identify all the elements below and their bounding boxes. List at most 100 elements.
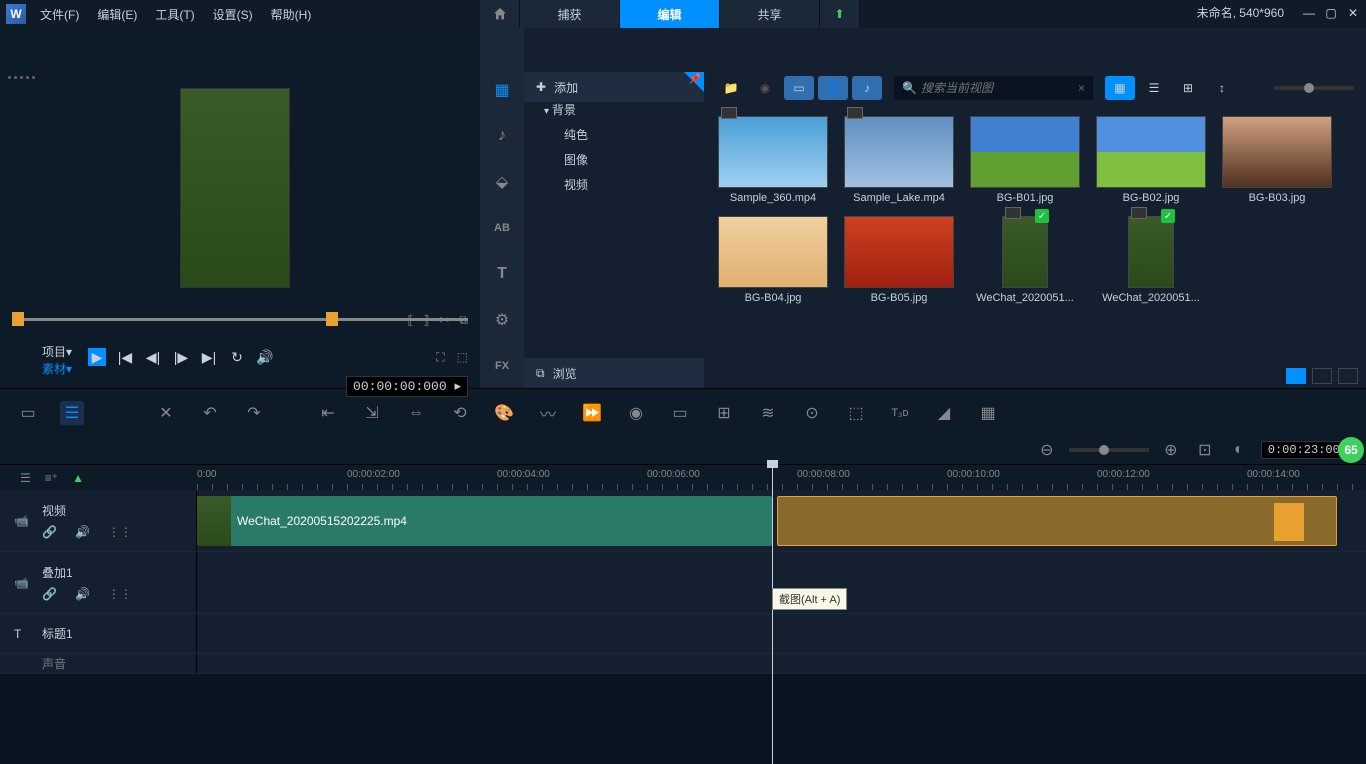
chroma-icon[interactable]: ◢: [932, 401, 956, 425]
track-options-icon[interactable]: ☰: [20, 471, 31, 485]
fit-screen-icon[interactable]: ⇲: [360, 401, 384, 425]
motion-icon[interactable]: ≋: [756, 401, 780, 425]
play-button[interactable]: ▶: [88, 348, 106, 366]
search-box[interactable]: 🔍 ×: [894, 76, 1093, 100]
video-clip-1[interactable]: WeChat_20200515202225.mp4: [197, 496, 772, 546]
split-screen-icon[interactable]: ⊞: [712, 401, 736, 425]
view-list-icon[interactable]: ☰: [1139, 76, 1169, 100]
tab-upload[interactable]: ⬆: [820, 0, 860, 28]
zoom-in-icon[interactable]: ⊕: [1159, 438, 1183, 462]
audio-track-head[interactable]: 声音: [0, 654, 197, 673]
lock-icon[interactable]: ⋮⋮: [108, 525, 132, 539]
tree-video[interactable]: 视频: [524, 172, 704, 197]
minimize-icon[interactable]: —: [1302, 6, 1316, 20]
mark-in-icon[interactable]: ⟦: [407, 313, 413, 328]
media-thumb[interactable]: Sample_Lake.mp4: [842, 116, 956, 204]
tab-share[interactable]: 共享: [720, 0, 820, 28]
fullscreen-icon[interactable]: ⛶: [436, 350, 444, 365]
search-input[interactable]: [921, 81, 1078, 95]
tab-edit[interactable]: 编辑: [620, 0, 720, 28]
sort-icon[interactable]: ↕: [1207, 76, 1237, 100]
menu-file[interactable]: 文件(F): [40, 6, 79, 23]
lock-icon[interactable]: ⋮⋮: [108, 587, 132, 601]
fit-left-icon[interactable]: ⇤: [316, 401, 340, 425]
add-media-button[interactable]: ✚ 添加 📌: [524, 72, 704, 102]
timeline-ruler[interactable]: 0:0000:00:02:0000:00:04:0000:00:06:0000:…: [197, 465, 1366, 490]
title-track-head[interactable]: T 标题1: [0, 614, 197, 653]
drag-handle-icon[interactable]: [8, 76, 35, 79]
text-tab-icon[interactable]: T: [490, 262, 514, 286]
redo-icon[interactable]: ↷: [242, 401, 266, 425]
video-track-body[interactable]: WeChat_20200515202225.mp4: [197, 490, 1366, 551]
filter-photo-icon[interactable]: 👤: [818, 76, 848, 100]
playhead[interactable]: [772, 464, 773, 764]
audio-track-body[interactable]: [197, 654, 1366, 673]
copy-icon[interactable]: ⧉: [459, 313, 468, 328]
speed-icon[interactable]: ⏩: [580, 401, 604, 425]
tab-home[interactable]: [480, 0, 520, 28]
preview-timecode[interactable]: 00:00:00:000 ▸: [346, 376, 468, 397]
crop-icon[interactable]: ⬚: [457, 350, 468, 365]
go-end-icon[interactable]: ▶|: [200, 348, 218, 366]
menu-settings[interactable]: 设置(S): [213, 6, 253, 23]
timeline-view-icon[interactable]: ☰: [60, 401, 84, 425]
fx-tab-icon[interactable]: FX: [490, 354, 514, 378]
transitions-tab-icon[interactable]: ⬙: [490, 170, 514, 194]
timeline-zoom-slider[interactable]: [1069, 448, 1149, 452]
audio-tab-icon[interactable]: ♪: [490, 124, 514, 148]
preview-viewport[interactable]: [180, 88, 290, 288]
split-icon[interactable]: ✂: [439, 313, 449, 328]
undo-icon[interactable]: ↶: [198, 401, 222, 425]
media-thumb[interactable]: ✓ WeChat_2020051...: [1094, 216, 1208, 304]
trim-in-handle[interactable]: [12, 312, 24, 326]
view-mode-2[interactable]: [1312, 368, 1332, 384]
link-icon[interactable]: 🔗: [42, 587, 57, 601]
import-folder-icon[interactable]: 📁: [716, 76, 746, 100]
layers-icon[interactable]: ◉: [624, 401, 648, 425]
overlay-track-head[interactable]: 📹 叠加1 🔗 🔊 ⋮⋮: [0, 552, 197, 613]
fit-width-icon[interactable]: ⇔: [404, 401, 428, 425]
zoom-out-icon[interactable]: ⊖: [1035, 438, 1059, 462]
track-motion-icon[interactable]: ⊙: [800, 401, 824, 425]
rotate-icon[interactable]: ⟲: [448, 401, 472, 425]
maximize-icon[interactable]: ▢: [1324, 6, 1338, 20]
titles-tab-icon[interactable]: AB: [490, 216, 514, 240]
project-mode[interactable]: 项目▾: [42, 343, 72, 360]
video-clip-2[interactable]: [777, 496, 1337, 546]
next-frame-icon[interactable]: |▶: [172, 348, 190, 366]
graphics-tab-icon[interactable]: ⚙: [490, 308, 514, 332]
loop-icon[interactable]: ↻: [228, 348, 246, 366]
view-mode-3[interactable]: [1338, 368, 1358, 384]
prev-frame-icon[interactable]: ◀|: [144, 348, 162, 366]
mute-icon[interactable]: 🔊: [75, 587, 90, 601]
volume-icon[interactable]: 🔊: [256, 348, 274, 366]
pin-icon[interactable]: 📌: [689, 74, 701, 85]
capture-icon[interactable]: ◉: [750, 76, 780, 100]
tree-solid[interactable]: 纯色: [524, 122, 704, 147]
tree-image[interactable]: 图像: [524, 147, 704, 172]
tab-capture[interactable]: 捕获: [520, 0, 620, 28]
subtitle-icon[interactable]: ▭: [668, 401, 692, 425]
media-thumb[interactable]: BG-B03.jpg: [1220, 116, 1334, 204]
video-track-head[interactable]: 📹 视频 🔗 🔊 ⋮⋮: [0, 490, 197, 551]
media-thumb[interactable]: Sample_360.mp4: [716, 116, 830, 204]
filter-video-icon[interactable]: ▭: [784, 76, 814, 100]
media-thumb[interactable]: BG-B02.jpg: [1094, 116, 1208, 204]
menu-help[interactable]: 帮助(H): [271, 6, 312, 23]
filter-audio-icon[interactable]: ♪: [852, 76, 882, 100]
menu-edit[interactable]: 编辑(E): [97, 6, 137, 23]
clear-search-icon[interactable]: ×: [1078, 81, 1085, 95]
3d-title-icon[interactable]: T₃ᴅ: [888, 401, 912, 425]
mask-icon[interactable]: ⬚: [844, 401, 868, 425]
trim-out-handle[interactable]: [326, 312, 338, 326]
storyboard-view-icon[interactable]: ▭: [16, 401, 40, 425]
go-start-icon[interactable]: |◀: [116, 348, 134, 366]
media-thumb[interactable]: ✓ WeChat_2020051...: [968, 216, 1082, 304]
menu-tools[interactable]: 工具(T): [155, 6, 194, 23]
track-collapse-icon[interactable]: ▲: [72, 471, 84, 485]
media-tab-icon[interactable]: ▦: [490, 78, 514, 102]
material-mode[interactable]: 素材▾: [42, 360, 72, 377]
media-thumb[interactable]: BG-B05.jpg: [842, 216, 956, 304]
tool-settings-icon[interactable]: ✕: [154, 401, 178, 425]
thumb-zoom-slider[interactable]: [1274, 86, 1354, 90]
